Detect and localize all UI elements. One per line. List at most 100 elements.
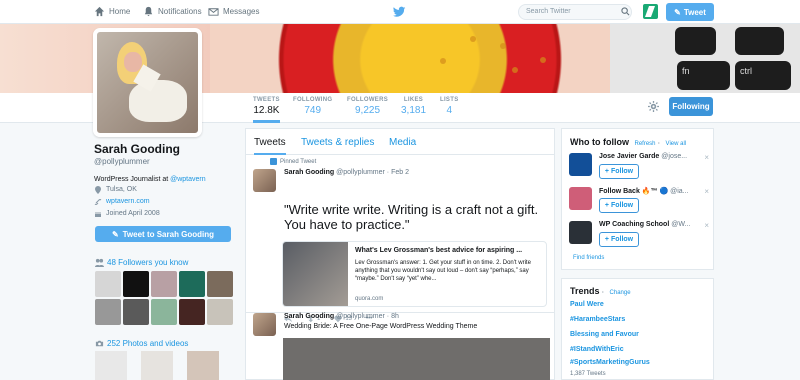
trend-item[interactable]: #IStandWithEric [570, 346, 624, 353]
suggestion-avatar[interactable] [569, 221, 592, 244]
tweet-avatar[interactable] [253, 169, 276, 192]
follower-avatar[interactable] [179, 299, 205, 325]
profile-tabs: Tweets Tweets & replies Media [246, 129, 554, 155]
profile-sidebar: Sarah Gooding @pollyplummer WordPress Jo… [94, 142, 236, 219]
suggestion: Follow Back 🔥™ 🔵 @ia... + Follow × [569, 187, 709, 215]
profile-avatar[interactable] [93, 28, 202, 137]
media-thumbnail[interactable] [187, 351, 219, 380]
stat-following[interactable]: FOLLOWING 749 [293, 97, 332, 116]
media-thumbnail[interactable] [141, 351, 173, 380]
profile-handle: @pollyplummer [94, 157, 150, 166]
link-card[interactable]: What's Lev Grossman's best advice for as… [282, 241, 547, 307]
view-all-link[interactable]: View all [666, 141, 687, 147]
tweet-header: Sarah Gooding @pollyplummer · Feb 2 [284, 169, 409, 176]
card-title: What's Lev Grossman's best advice for as… [355, 247, 523, 254]
suggestion-avatar[interactable] [569, 187, 592, 210]
trend-item[interactable]: Blessing and Favour [570, 331, 639, 338]
stat-followers[interactable]: FOLLOWERS 9,225 [347, 97, 388, 116]
follow-button[interactable]: + Follow [599, 198, 639, 213]
notifications-nav[interactable]: Notifications [143, 6, 202, 17]
profile-bio: WordPress Journalist at @wptavern [94, 176, 206, 183]
follow-button[interactable]: + Follow [599, 232, 639, 247]
tweet-text: "Write write write. Writing is a craft n… [284, 202, 539, 232]
find-friends-link[interactable]: Find friends [573, 255, 604, 261]
coffee-cup-image [210, 24, 630, 93]
stat-likes[interactable]: LIKES 3,181 [401, 97, 426, 116]
follower-avatar[interactable] [95, 299, 121, 325]
search-icon[interactable] [621, 7, 630, 16]
refresh-link[interactable]: Refresh [635, 141, 656, 147]
following-button[interactable]: Following [669, 97, 713, 116]
media-thumbnail[interactable] [95, 351, 127, 380]
card-description: Lev Grossman's answer: 1. Get your stuff… [355, 260, 531, 282]
home-nav[interactable]: Home [94, 6, 130, 17]
follow-person-icon: + [604, 202, 609, 209]
bell-icon [144, 6, 153, 17]
pin-icon [270, 158, 277, 165]
envelope-icon [208, 8, 219, 16]
followers-you-know-link[interactable]: 48 Followers you know [95, 258, 188, 267]
trend-count: 1,387 Tweets [570, 371, 606, 377]
camera-icon [95, 340, 104, 347]
twitter-bird-icon[interactable] [392, 5, 406, 19]
tab-replies[interactable]: Tweets & replies [301, 137, 374, 148]
trend-item[interactable]: #HarambeeStars [570, 316, 625, 323]
trends-panel: Trends · Change Paul Were #HarambeeStars… [561, 278, 714, 380]
trend-item[interactable]: #SportsMarketingGurus [570, 359, 650, 366]
stat-tweets[interactable]: TWEETS 12.8K [253, 97, 280, 123]
compose-tweet-button[interactable]: ✎ Tweet [666, 3, 714, 21]
website-row: wptavern.com [94, 196, 236, 207]
tweet-avatar[interactable] [253, 313, 276, 336]
location-icon [95, 185, 101, 194]
search-input[interactable]: Search Twitter [518, 4, 632, 20]
website-link[interactable]: wptavern.com [106, 198, 150, 205]
tweet-header: Sarah Gooding @pollyplummer · 8h [284, 313, 399, 320]
dismiss-icon[interactable]: × [704, 221, 709, 230]
follower-avatar[interactable] [95, 271, 121, 297]
follower-avatar[interactable] [179, 271, 205, 297]
suggestion-avatar[interactable] [569, 153, 592, 176]
location-row: Tulsa, OK [94, 184, 236, 195]
card-domain: quora.com [355, 296, 384, 302]
follower-avatar[interactable] [123, 299, 149, 325]
trend-item[interactable]: Paul Were [570, 301, 604, 308]
who-to-follow-title: Who to follow Refresh · View all [570, 137, 687, 147]
tweet[interactable]: Sarah Gooding @pollyplummer · 8h Wedding… [246, 313, 554, 380]
gear-icon[interactable] [648, 101, 659, 112]
quill-icon: ✎ [674, 7, 681, 17]
timeline-panel: Tweets Tweets & replies Media Pinned Twe… [245, 128, 555, 380]
follow-person-icon: + [604, 236, 609, 243]
follow-button[interactable]: + Follow [599, 164, 639, 179]
messages-nav[interactable]: Messages [208, 6, 259, 17]
tweet-text: Wedding Bride: A Free One-Page WordPress… [284, 323, 478, 330]
people-icon [95, 258, 104, 267]
follower-avatar[interactable] [123, 271, 149, 297]
pinned-label: Pinned Tweet [270, 158, 316, 165]
profile-menu-avatar[interactable] [643, 4, 658, 19]
top-nav: Home Notifications Messages Search Twitt… [0, 0, 800, 24]
follower-avatar[interactable] [151, 299, 177, 325]
dismiss-icon[interactable]: × [704, 153, 709, 162]
tab-media[interactable]: Media [389, 137, 416, 148]
tweet-image[interactable] [283, 338, 550, 380]
follower-avatar[interactable] [207, 271, 233, 297]
tweet-to-button[interactable]: ✎ Tweet to Sarah Gooding [95, 226, 231, 242]
follower-avatar[interactable] [207, 299, 233, 325]
keyboard-key [735, 27, 784, 55]
keyboard-key-ctrl: ctrl [735, 61, 791, 90]
pinned-tweet[interactable]: Pinned Tweet Sarah Gooding @pollyplummer… [246, 155, 554, 323]
dismiss-icon[interactable]: × [704, 187, 709, 196]
follow-person-icon: + [604, 168, 609, 175]
home-icon [94, 6, 105, 17]
suggestion: Jose Javier Garde @jose... + Follow × [569, 153, 709, 181]
stat-lists[interactable]: LISTS 4 [440, 97, 459, 116]
joined-row: Joined April 2008 [94, 208, 236, 219]
change-trends-link[interactable]: Change [610, 290, 631, 296]
profile-name[interactable]: Sarah Gooding [94, 142, 236, 156]
follower-avatar[interactable] [151, 271, 177, 297]
tab-tweets[interactable]: Tweets [254, 137, 286, 155]
photos-videos-link[interactable]: 252 Photos and videos [95, 339, 188, 348]
trends-title: Trends · Change [570, 286, 631, 296]
bio-mention-link[interactable]: @wptavern [170, 176, 206, 183]
keyboard-key [675, 27, 716, 55]
